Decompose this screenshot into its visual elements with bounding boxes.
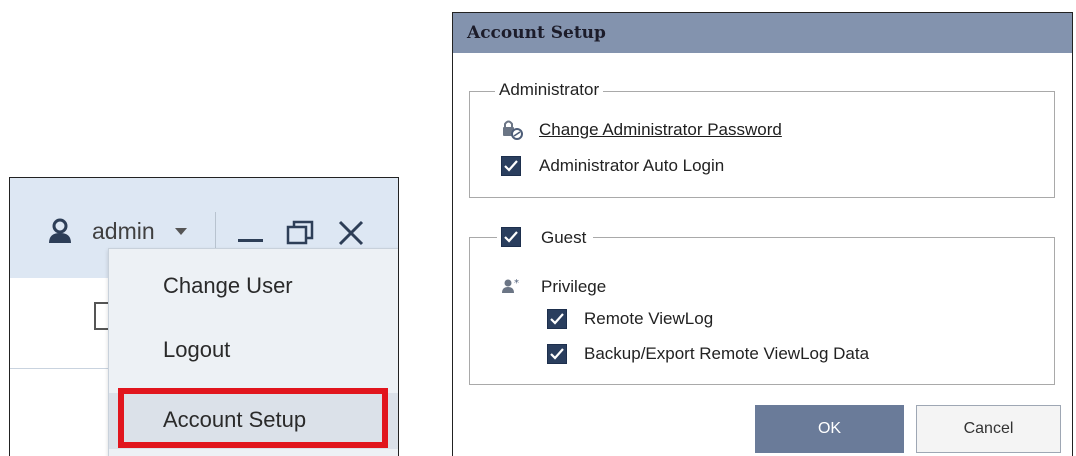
cancel-button[interactable]: Cancel	[916, 405, 1061, 453]
svg-text:*: *	[514, 278, 519, 289]
admin-auto-login-label: Administrator Auto Login	[539, 156, 725, 175]
minimize-icon[interactable]	[234, 218, 268, 248]
privilege-label: Privilege	[541, 277, 607, 296]
dialog-title-bar: Account Setup	[453, 13, 1072, 53]
username-label[interactable]: admin	[92, 218, 155, 245]
toolbar-divider	[215, 212, 216, 250]
guest-legend: Guest	[541, 228, 587, 247]
backup-export-checkbox[interactable]	[547, 344, 567, 364]
user-menu-crop: admin Change User Logout Account Setup	[9, 177, 399, 456]
lock-key-icon	[501, 119, 523, 141]
change-admin-password-link[interactable]: Change Administrator Password	[539, 120, 782, 140]
close-icon[interactable]	[336, 218, 366, 248]
menu-item-label: Change User	[163, 273, 293, 298]
user-icon[interactable]	[47, 218, 73, 244]
remote-viewlog-label: Remote ViewLog	[584, 309, 714, 328]
menu-item-logout[interactable]: Logout	[109, 331, 398, 371]
backup-export-label: Backup/Export Remote ViewLog Data	[584, 344, 870, 363]
dialog-title: Account Setup	[467, 23, 606, 43]
ok-button[interactable]: OK	[755, 405, 904, 453]
administrator-group	[469, 91, 1055, 198]
remote-viewlog-checkbox[interactable]	[547, 309, 567, 329]
admin-auto-login-checkbox[interactable]	[501, 156, 521, 176]
guest-checkbox[interactable]	[501, 227, 521, 247]
restore-icon[interactable]	[284, 218, 318, 248]
menu-item-change-user[interactable]: Change User	[109, 267, 398, 307]
menu-item-label: Logout	[163, 337, 231, 362]
administrator-legend: Administrator	[495, 80, 604, 100]
privilege-icon: *	[501, 277, 523, 295]
caret-down-icon[interactable]	[175, 228, 187, 235]
account-setup-dialog: Account Setup Administrator Change Admin…	[452, 12, 1073, 456]
red-highlight-box	[118, 388, 388, 448]
